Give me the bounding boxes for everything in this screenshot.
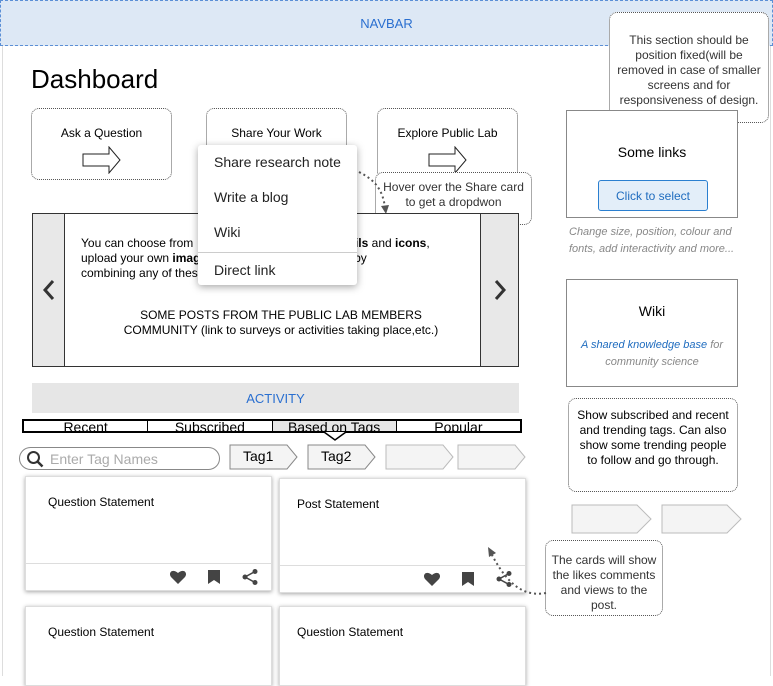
carousel-text: You can choose from: [81, 236, 194, 250]
tag-chip-3[interactable]: [385, 444, 455, 475]
menu-item-write-blog[interactable]: Write a blog: [198, 180, 357, 215]
fixed-section-note-text: This section should be position fixed(wi…: [617, 33, 761, 107]
explore-label: Explore Public Lab: [397, 126, 498, 140]
tag-chip-1[interactable]: Tag1: [229, 444, 299, 475]
carousel-posts-line: COMMUNITY (link to surveys or activities…: [123, 323, 439, 337]
click-to-select-button[interactable]: Click to select: [598, 180, 708, 211]
page-title: Dashboard: [31, 64, 159, 94]
card-title: Question Statement: [48, 625, 155, 639]
tag-chip-shape: [661, 504, 742, 534]
tab-based-on-tags[interactable]: Based on Tags: [272, 421, 397, 431]
cards-info-note: The cards will show the likes comments a…: [545, 540, 663, 616]
card-actions: [26, 563, 271, 590]
tag-chip-label: Tag1: [243, 448, 274, 464]
tab-subscribed[interactable]: Subscribed: [148, 421, 273, 431]
feed-tabs: Recent Subscribed Based on Tags Popular: [22, 419, 522, 433]
tab-recent[interactable]: Recent: [24, 421, 149, 431]
ask-question-label: Ask a Question: [60, 126, 143, 140]
carousel-next-button[interactable]: [480, 214, 518, 366]
wiki-title: Wiki: [638, 303, 666, 319]
carousel-posts-line: SOME POSTS FROM THE PUBLIC LAB MEMBERS: [140, 308, 422, 322]
carousel-prev-button[interactable]: [33, 214, 65, 366]
carousel-text: imag: [172, 251, 201, 265]
menu-item-direct-link[interactable]: Direct link: [198, 255, 357, 285]
carousel-text: icons: [395, 236, 427, 250]
hover-pointer-arrow: [358, 171, 389, 214]
question-card[interactable]: Question Statement: [25, 476, 272, 591]
cards-pointer-arrow: [488, 547, 547, 595]
sidebar-tag-chip[interactable]: [571, 504, 653, 539]
question-card[interactable]: Question Statement: [25, 606, 272, 686]
wiki-text: for: [707, 339, 724, 351]
carousel-text: ,: [426, 236, 430, 250]
card-title: Question Statement: [48, 495, 155, 509]
tag-chip-4[interactable]: [457, 444, 527, 475]
heart-icon[interactable]: [423, 571, 441, 587]
menu-item-share-research-note[interactable]: Share research note: [198, 145, 357, 180]
wiki-text: community science: [605, 356, 699, 368]
heart-icon[interactable]: [169, 569, 187, 585]
menu-divider: [198, 252, 357, 253]
active-tab-caret-icon: [323, 431, 347, 441]
share-icon[interactable]: [241, 568, 259, 586]
tag-chip-2[interactable]: Tag2: [307, 444, 377, 475]
card-title: Question Statement: [297, 625, 404, 639]
carousel-text: upload your own: [81, 251, 170, 265]
arrow-right-icon: [82, 146, 121, 174]
share-dropdown-menu: Share research note Write a blog Wiki Di…: [198, 145, 357, 285]
tag-chip-shape: [457, 444, 526, 470]
cards-info-note-text: The cards will show the likes comments a…: [551, 553, 657, 612]
card-title: Post Statement: [297, 497, 380, 511]
chevron-right-icon: [494, 280, 506, 300]
tag-chip-shape: [385, 444, 454, 470]
tag-chip-label: Tag2: [321, 448, 352, 464]
tags-info-note: Show subscribed and recent and trending …: [568, 398, 738, 492]
navbar-label: NAVBAR: [360, 15, 413, 31]
menu-item-wiki[interactable]: Wiki: [198, 215, 357, 250]
bookmark-icon[interactable]: [461, 571, 475, 587]
tab-popular[interactable]: Popular: [397, 421, 520, 431]
arrow-right-icon: [428, 146, 467, 174]
tag-search-box: [19, 447, 220, 470]
tags-info-note-text: Show subscribed and recent and trending …: [577, 408, 729, 467]
question-card[interactable]: Question Statement: [279, 606, 526, 686]
fixed-section-note: This section should be position fixed(wi…: [609, 12, 769, 123]
search-icon: [27, 450, 44, 467]
chevron-left-icon: [42, 280, 54, 300]
wiki-panel: Wiki A shared knowledge base for communi…: [566, 279, 738, 387]
carousel-text: and: [368, 236, 396, 250]
wiki-description: A shared knowledge base for community sc…: [567, 337, 737, 371]
links-note: Change size, position, colour and fonts,…: [569, 226, 735, 255]
some-links-panel: Some links Click to select: [566, 110, 738, 218]
bookmark-icon[interactable]: [207, 569, 221, 585]
tag-search-input[interactable]: [48, 449, 208, 468]
carousel-posts-text: SOME POSTS FROM THE PUBLIC LAB MEMBERS C…: [81, 308, 481, 338]
tag-chip-shape: [571, 504, 652, 534]
hover-share-note-text: Hover over the Share card to get a dropd…: [383, 180, 524, 209]
activity-header: ACTIVITY: [32, 383, 519, 413]
share-work-label: Share Your Work: [231, 126, 322, 140]
some-links-title: Some links: [617, 144, 687, 160]
ask-question-card[interactable]: Ask a Question: [31, 108, 172, 180]
wiki-link[interactable]: A shared knowledge base: [581, 339, 707, 351]
activity-label: ACTIVITY: [246, 390, 305, 406]
sidebar-tag-chip[interactable]: [661, 504, 743, 539]
explore-public-lab-card[interactable]: Explore Public Lab: [377, 108, 518, 180]
